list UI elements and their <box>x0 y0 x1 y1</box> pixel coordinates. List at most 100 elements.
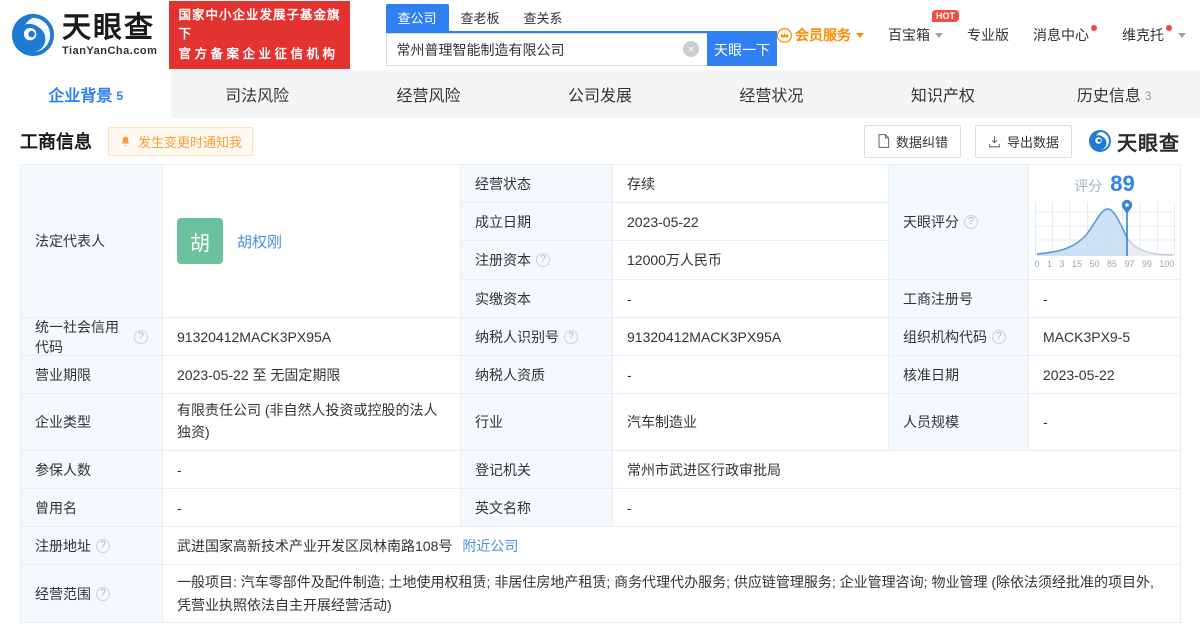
section-head: 工商信息 发生变更时通知我 数据纠错 导出数据 天眼查 <box>0 118 1200 164</box>
registration-authority-value: 常州市武进区行政审批局 <box>613 451 1181 489</box>
menu-pro-label: 专业版 <box>967 27 1009 43</box>
help-icon[interactable]: ? <box>96 538 110 553</box>
help-icon[interactable]: ? <box>134 329 148 344</box>
score-line: 评分 89 <box>1074 171 1134 197</box>
data-correction-label: 数据纠错 <box>895 134 948 150</box>
taxpayer-id-label: 纳税人识别号 ? <box>461 318 613 356</box>
staff-size-value: - <box>1029 394 1181 451</box>
search-input-wrap: × <box>385 33 707 66</box>
search-button[interactable]: 天眼一下 <box>707 33 777 66</box>
reg-no-value: - <box>1029 280 1181 318</box>
search-tab-relation[interactable]: 查关系 <box>512 4 575 31</box>
business-info-table: 法定代表人 胡 胡权刚 经营状态 存续 成立日期 2023-05-22 注册资本… <box>20 164 1181 623</box>
search-area: 查公司 查老板 查关系 × 天眼一下 <box>385 4 777 66</box>
help-icon[interactable]: ? <box>536 253 550 267</box>
english-name-value: - <box>613 489 1181 527</box>
org-code-value: MACK3PX9-5 <box>1029 318 1181 356</box>
legal-rep-avatar[interactable]: 胡 <box>177 218 223 264</box>
menu-toolbox[interactable]: 百宝箱 HOT <box>888 10 959 45</box>
status-value: 存续 <box>613 165 889 203</box>
section-title: 工商信息 <box>20 132 92 152</box>
data-correction-button[interactable]: 数据纠错 <box>863 124 961 158</box>
registered-address-value: 武进国家高新技术产业开发区凤林南路108号 附近公司 <box>163 527 1181 565</box>
tab-company-background[interactable]: 企业背景 5 <box>0 70 172 118</box>
menu-member-label: 会员服务 <box>795 27 851 43</box>
tab-operation-status[interactable]: 经营状况 <box>686 70 857 118</box>
notification-dot <box>1166 25 1172 31</box>
chevron-down-icon <box>856 32 864 38</box>
english-name-label: 英文名称 <box>461 489 613 527</box>
business-scope-label: 经营范围 ? <box>21 565 163 623</box>
help-icon[interactable]: ? <box>96 586 110 601</box>
tab-history-info[interactable]: 历史信息 3 <box>1029 70 1200 118</box>
score-distribution-chart <box>1034 199 1175 256</box>
tab-label: 知识产权 <box>910 88 975 105</box>
search-input[interactable] <box>385 33 707 66</box>
tab-label: 司法风险 <box>225 88 290 105</box>
tab-operation-risk[interactable]: 经营风险 <box>343 70 514 118</box>
legal-rep-cell: 胡 胡权刚 <box>163 165 461 318</box>
notify-label: 发生变更时通知我 <box>138 134 243 150</box>
term-label: 营业期限 <box>21 356 163 394</box>
tianyancha-logo[interactable]: 天眼查 TianYanCha.com <box>10 12 157 58</box>
org-code-label: 组织机构代码 ? <box>889 318 1029 356</box>
export-data-label: 导出数据 <box>1006 134 1059 150</box>
address-text: 武进国家高新技术产业开发区凤林南路108号 <box>177 537 453 554</box>
approval-date-label: 核准日期 <box>889 356 1029 394</box>
export-data-button[interactable]: 导出数据 <box>974 124 1072 158</box>
industry-label: 行业 <box>461 394 613 451</box>
insured-count-value: - <box>163 451 461 489</box>
search-tab-boss[interactable]: 查老板 <box>449 4 512 31</box>
registration-authority-label: 登记机关 <box>461 451 613 489</box>
tab-company-development[interactable]: 公司发展 <box>514 70 685 118</box>
search-box: × 天眼一下 <box>385 33 777 66</box>
legal-rep-name-link[interactable]: 胡权刚 <box>237 231 282 252</box>
help-icon[interactable]: ? <box>564 329 578 344</box>
help-icon[interactable]: ? <box>964 215 978 229</box>
tianyan-score-label: 天眼评分 ? <box>889 165 1029 280</box>
company-type-label: 企业类型 <box>21 394 163 451</box>
status-label: 经营状态 <box>461 165 613 203</box>
notify-on-change-button[interactable]: 发生变更时通知我 <box>108 126 254 156</box>
notification-dot <box>1091 25 1097 31</box>
former-name-label: 曾用名 <box>21 489 163 527</box>
menu-toolbox-label: 百宝箱 <box>888 27 930 43</box>
tab-count: 5 <box>116 89 124 103</box>
menu-messages-label: 消息中心 <box>1033 27 1089 43</box>
tab-count: 3 <box>1144 89 1152 103</box>
menu-user-account[interactable]: 维克托 <box>1122 25 1186 45</box>
score-axis-ticks: 0 1 3 15 50 85 97 99 100 <box>1034 259 1175 269</box>
reg-no-label: 工商注册号 <box>889 280 1029 318</box>
legal-rep-label: 法定代表人 <box>21 165 163 318</box>
former-name-value: - <box>163 489 461 527</box>
download-icon <box>989 135 1000 147</box>
approval-date-value: 2023-05-22 <box>1029 356 1181 394</box>
score-number: 89 <box>1110 171 1135 196</box>
tab-judicial-risk[interactable]: 司法风险 <box>171 70 342 118</box>
tab-label: 企业背景 <box>48 88 113 105</box>
brand-domain: TianYanCha.com <box>62 44 158 57</box>
tab-intellectual-property[interactable]: 知识产权 <box>857 70 1028 118</box>
vip-crown-icon <box>777 27 792 43</box>
tab-label: 经营风险 <box>396 88 461 105</box>
tianyancha-logo-icon <box>1089 130 1111 152</box>
uscc-label: 统一社会信用代码 ? <box>21 318 163 356</box>
established-label: 成立日期 <box>461 203 613 241</box>
gov-badge-line1: 国家中小企业发展子基金旗下 <box>178 7 341 42</box>
search-tab-company[interactable]: 查公司 <box>385 4 449 31</box>
top-header: 天眼查 TianYanCha.com 国家中小企业发展子基金旗下 官方备案企业征… <box>0 0 1200 70</box>
section-actions: 数据纠错 导出数据 天眼查 <box>850 124 1180 158</box>
menu-member-services[interactable]: 会员服务 <box>777 25 864 45</box>
established-value: 2023-05-22 <box>613 203 889 241</box>
help-icon[interactable]: ? <box>992 329 1006 344</box>
term-value: 2023-05-22 至 无固定期限 <box>163 356 461 394</box>
nearby-companies-link[interactable]: 附近公司 <box>462 536 518 556</box>
menu-message-center[interactable]: 消息中心 <box>1033 25 1098 45</box>
paid-capital-label: 实缴资本 <box>461 280 613 318</box>
menu-pro-version[interactable]: 专业版 <box>967 25 1009 45</box>
taxpayer-id-value: 91320412MACK3PX95A <box>613 318 889 356</box>
page-tabbar: 企业背景 5 司法风险 经营风险 公司发展 经营状况 知识产权 历史信息 3 <box>0 70 1200 118</box>
brand-name: 天眼查 <box>62 11 156 44</box>
watermark-text: 天眼查 <box>1117 132 1180 155</box>
clear-icon[interactable]: × <box>683 41 699 57</box>
